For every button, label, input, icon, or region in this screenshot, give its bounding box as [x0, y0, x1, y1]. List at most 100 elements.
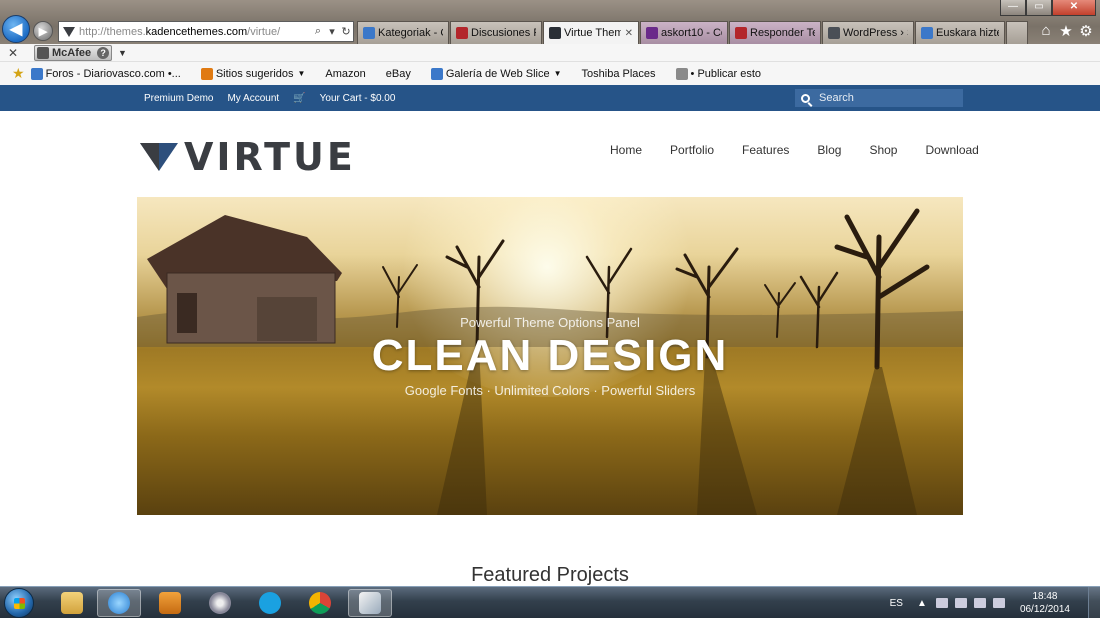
browser-tab[interactable]: Responder Te...	[729, 21, 821, 44]
tab-label: Responder Te...	[750, 27, 815, 39]
taskbar-skype[interactable]	[248, 589, 292, 617]
nav-item-download[interactable]: Download	[911, 143, 992, 157]
favorite-link[interactable]: Amazon	[325, 68, 365, 80]
search-icon	[801, 93, 810, 103]
toolbar-dropdown-icon[interactable]: ▼	[118, 48, 127, 58]
skype-icon	[259, 592, 281, 614]
virtue-logo-mark-icon	[140, 143, 178, 171]
tab-label: Discusiones Re...	[471, 27, 536, 39]
home-icon[interactable]: ⌂	[1036, 22, 1056, 40]
nav-item-portfolio[interactable]: Portfolio	[656, 143, 728, 157]
show-hidden-icons-icon[interactable]: ▲	[917, 598, 929, 609]
help-icon[interactable]: ?	[97, 46, 110, 59]
address-url[interactable]: http://themes.kadencethemes.com/virtue/	[79, 26, 311, 38]
url-domain: kadencethemes.com	[145, 25, 248, 38]
favorite-link[interactable]: • Publicar esto	[675, 67, 762, 80]
favorite-label: • Publicar esto	[690, 67, 762, 80]
browser-right-tools: ⌂ ★ ⚙	[1036, 22, 1096, 40]
search-icon[interactable]: ⌕	[311, 25, 325, 38]
dropdown-arrow-icon[interactable]: ▼	[298, 69, 306, 78]
folder-icon	[61, 592, 83, 614]
clock[interactable]: 18:48 06/12/2014	[1020, 590, 1070, 616]
disc-icon	[209, 592, 231, 614]
clock-time: 18:48	[1032, 591, 1058, 602]
nav-item-features[interactable]: Features	[728, 143, 803, 157]
back-button[interactable]: ◀	[2, 15, 30, 43]
nav-item-home[interactable]: Home	[596, 143, 656, 157]
dropdown-arrow-icon[interactable]: ▼	[554, 69, 562, 78]
window-controls: — ▭ ✕	[1000, 0, 1096, 16]
start-button[interactable]	[4, 588, 34, 618]
tab-favicon-icon	[921, 27, 933, 39]
favorite-link[interactable]: Galería de Web Slice ▼	[430, 67, 562, 80]
hero-subtitle-bottom: Google Fonts · Unlimited Colors · Powerf…	[404, 383, 696, 398]
dropdown-arrow-icon[interactable]: ▾	[325, 25, 339, 38]
show-desktop-button[interactable]	[1088, 587, 1100, 618]
nav-item-blog[interactable]: Blog	[803, 143, 855, 157]
favorite-label: Toshiba Places	[581, 67, 656, 80]
url-path: /virtue/	[247, 25, 281, 38]
mcafee-button[interactable]: McAfee ?	[34, 44, 112, 61]
browser-tab[interactable]: Discusiones Re...	[450, 21, 542, 44]
address-bar[interactable]: http://themes.kadencethemes.com/virtue/ …	[58, 21, 354, 42]
search-input[interactable]	[819, 92, 959, 104]
tab-favicon-icon	[456, 27, 468, 39]
hero-slider[interactable]: Powerful Theme Options Panel CLEAN DESIG…	[137, 197, 963, 515]
maximize-button[interactable]: ▭	[1026, 0, 1052, 16]
tab-close-icon[interactable]: ✕	[625, 28, 633, 39]
browser-tab[interactable]: Kategoriak - G...	[357, 21, 449, 44]
taskbar-chrome[interactable]	[298, 589, 342, 617]
tab-strip: Kategoriak - G... Discusiones Re... Virtue…	[357, 21, 1028, 44]
favorite-link[interactable]: Toshiba Places	[582, 68, 656, 80]
virtue-favicon-icon	[63, 26, 75, 37]
favorite-label: Sitios sugeridos	[215, 67, 294, 80]
tab-favicon-icon	[735, 27, 747, 39]
favorite-link[interactable]: eBay	[386, 68, 411, 80]
browser-tab[interactable]: Virtue Theme ✕	[543, 21, 639, 44]
language-indicator[interactable]: ES	[890, 598, 903, 609]
close-toolbar-icon[interactable]: ✕	[8, 46, 24, 60]
cart-link[interactable]: 🛒 Your Cart - $0.00	[293, 93, 409, 104]
taskbar-explorer[interactable]	[50, 589, 94, 617]
taskbar-media-player[interactable]	[148, 589, 192, 617]
network-icon[interactable]	[954, 598, 967, 608]
browser-title-bar: — ▭ ✕ ◀ ▶ http://themes.kadencethemes.co…	[0, 0, 1100, 44]
browser-tab[interactable]: WordPress › Su...	[822, 21, 914, 44]
favorite-link[interactable]: Foros - Diariovasco.com •...	[30, 67, 181, 80]
clock-date: 06/12/2014	[1019, 604, 1070, 615]
url-prefix: http://themes.	[79, 25, 146, 38]
favorite-icon	[675, 67, 688, 80]
tab-favicon-icon	[363, 27, 375, 39]
minimize-button[interactable]: —	[1000, 0, 1026, 16]
battery-icon[interactable]	[992, 598, 1005, 608]
chrome-icon	[309, 592, 331, 614]
forward-button[interactable]: ▶	[33, 21, 53, 41]
site-logo[interactable]: VIRTUE	[140, 138, 356, 176]
refresh-icon[interactable]: ↻	[339, 25, 353, 38]
tab-label: Kategoriak - G...	[378, 27, 443, 39]
favorites-add-icon[interactable]: ★	[12, 65, 25, 82]
premium-demo-link[interactable]: Premium Demo	[144, 93, 213, 104]
action-center-icon[interactable]	[973, 598, 986, 608]
browser-tab[interactable]: Euskara hiztegi...	[915, 21, 1005, 44]
system-tray: ES ▲ 18:48 06/12/2014	[890, 587, 1100, 618]
my-account-link[interactable]: My Account	[227, 93, 279, 104]
taskbar-internet-explorer[interactable]	[97, 589, 141, 617]
cart-icon: 🛒	[293, 92, 306, 104]
taskbar-paint[interactable]	[348, 589, 392, 617]
tab-label: askort10 - Corr...	[661, 27, 722, 39]
browser-tab[interactable]: askort10 - Corr...	[640, 21, 728, 44]
nav-item-shop[interactable]: Shop	[855, 143, 911, 157]
close-window-button[interactable]: ✕	[1052, 0, 1096, 16]
tab-label: WordPress › Su...	[843, 27, 908, 39]
new-tab-button[interactable]	[1006, 21, 1028, 44]
taskbar-app[interactable]	[198, 589, 242, 617]
mcafee-toolbar: ✕ McAfee ? ▼	[0, 44, 1100, 62]
main-navigation: Home Portfolio Features Blog Shop Download	[596, 143, 993, 157]
favorite-link[interactable]: Sitios sugeridos ▼	[200, 67, 306, 80]
favorites-star-icon[interactable]: ★	[1056, 22, 1076, 40]
gear-icon[interactable]: ⚙	[1076, 22, 1096, 40]
logo-text: VIRTUE	[184, 135, 356, 179]
favorite-icon	[30, 67, 43, 80]
volume-icon[interactable]	[935, 598, 948, 608]
